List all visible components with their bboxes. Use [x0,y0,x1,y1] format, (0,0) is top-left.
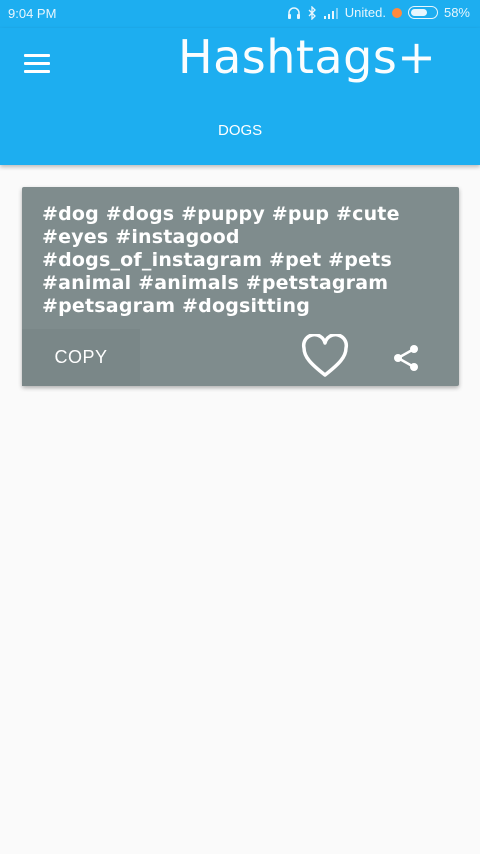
signal-icon [323,7,338,19]
heart-outline-icon[interactable] [301,334,349,378]
carrier-label: United. [344,5,386,20]
app-title: Hashtags+ [178,30,437,84]
headphones-icon [287,6,300,19]
tab-dogs-label: DOGS [218,122,263,139]
notification-dot-icon [391,7,402,18]
status-bar: 9:04 PM United. 58% [0,0,480,28]
battery-icon [407,6,438,19]
hashtag-card: #dog #dogs #puppy #pup #cute #eyes #inst… [22,187,459,386]
app-bar: Hashtags+ DOGS [0,28,480,165]
copy-button[interactable]: COPY [22,329,140,386]
status-time: 9:04 PM [8,6,57,21]
status-icons: United. 58% [287,5,470,20]
hashtag-text: #dog #dogs #puppy #pup #cute #eyes #inst… [42,203,400,317]
copy-button-label: COPY [54,347,108,367]
battery-percent: 58% [443,5,470,20]
share-icon[interactable] [392,344,420,372]
bluetooth-icon [308,5,316,20]
hamburger-menu-icon[interactable] [24,54,52,76]
